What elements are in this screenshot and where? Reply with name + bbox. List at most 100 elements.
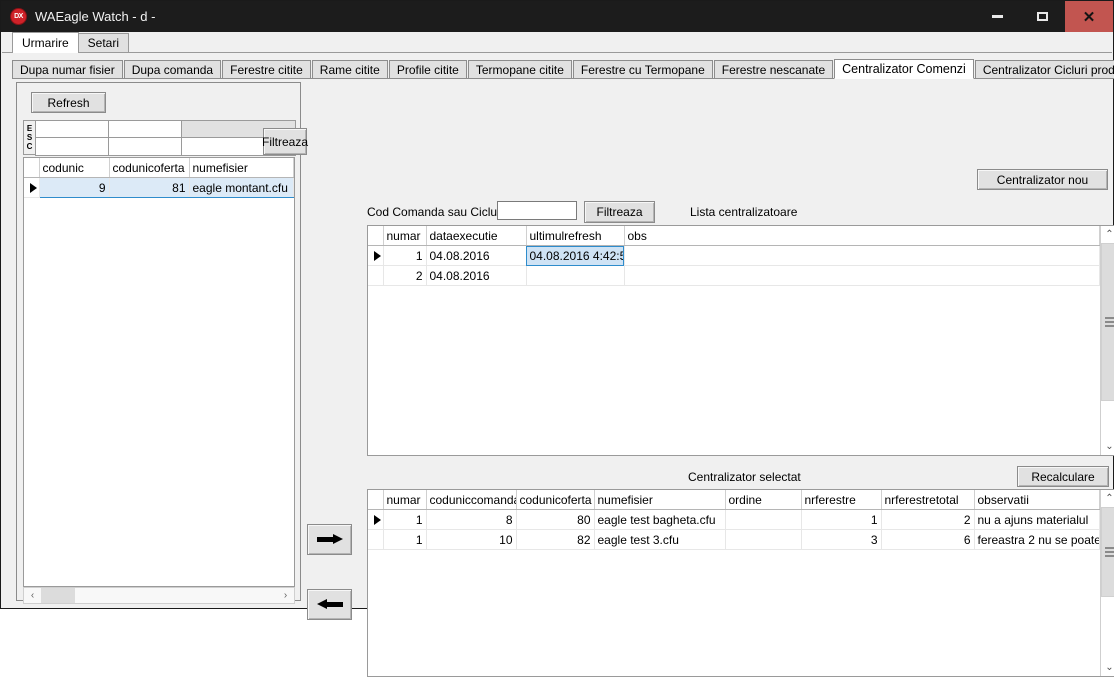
cell-numar[interactable]: 1 (383, 245, 427, 266)
tab-termopane-citite[interactable]: Termopane citite (467, 60, 572, 79)
filter-cell-1[interactable] (34, 119, 109, 138)
tab-centralizator-cicluri-productie[interactable]: Centralizator Cicluri productie (974, 60, 1114, 79)
column-header-ordine[interactable]: ordine (725, 490, 802, 510)
bottom-grid-vertical-scrollbar[interactable]: ⌃ ⌄ (1100, 490, 1114, 676)
column-header-ultimulrefresh[interactable]: ultimulrefresh (526, 226, 625, 246)
centralizator-selectat-grid[interactable]: numar coduniccomanda codunicoferta numef… (367, 489, 1114, 677)
top-grid-header-row: numar dataexecutie ultimulrefresh obs (368, 226, 1100, 246)
tab-dupa-comanda[interactable]: Dupa comanda (123, 60, 222, 79)
maximize-button[interactable] (1020, 1, 1065, 32)
cell-ordine[interactable] (725, 529, 802, 550)
vertical-scroll-thumb[interactable] (1101, 243, 1114, 401)
cell-numar[interactable]: 1 (383, 529, 427, 550)
cell-nrferestre[interactable]: 3 (801, 529, 882, 550)
tab-dupa-numar-fisier[interactable]: Dupa numar fisier (12, 60, 123, 79)
cell-observatii[interactable]: nu a ajuns materialul (974, 509, 1100, 530)
cell-coduniccomanda[interactable]: 8 (426, 509, 517, 530)
left-filter-button[interactable]: Filtreaza (262, 128, 308, 155)
column-header-numefisier[interactable]: numefisier (189, 158, 294, 178)
inner-tab-strip: Dupa numar fisier Dupa comanda Ferestre … (12, 59, 1114, 79)
horizontal-scroll-track[interactable] (75, 588, 277, 603)
column-header-codunicoferta[interactable]: codunicoferta (109, 158, 190, 178)
column-header-codunicoferta[interactable]: codunicoferta (516, 490, 595, 510)
column-header-numefisier[interactable]: numefisier (594, 490, 726, 510)
refresh-button[interactable]: Refresh (31, 92, 106, 113)
scroll-up-arrow-icon[interactable]: ⌃ (1101, 490, 1114, 507)
cell-codunicoferta[interactable]: 81 (109, 177, 190, 198)
tab-ferestre-cu-termopane[interactable]: Ferestre cu Termopane (572, 60, 713, 79)
lista-centralizatoare-label: Lista centralizatoare (690, 205, 798, 219)
cell-numefisier[interactable]: eagle montant.cfu (189, 177, 294, 198)
table-row[interactable]: 1 04.08.2016 04.08.2016 4:42:58 (368, 245, 1100, 266)
cell-obs[interactable] (624, 245, 1100, 266)
column-header-observatii[interactable]: observatii (974, 490, 1100, 510)
tab-rame-citite[interactable]: Rame citite (311, 60, 388, 79)
vertical-scroll-thumb[interactable] (1101, 507, 1114, 597)
cell-numar[interactable]: 1 (383, 509, 427, 530)
cell-obs[interactable] (624, 265, 1100, 286)
bottom-grid-table: numar coduniccomanda codunicoferta numef… (368, 490, 1100, 550)
column-header-obs[interactable]: obs (624, 226, 1100, 246)
scroll-up-arrow-icon[interactable]: ⌃ (1101, 226, 1114, 243)
table-row[interactable]: 9 81 eagle montant.cfu (24, 177, 294, 198)
cell-numefisier[interactable]: eagle test bagheta.cfu (594, 509, 726, 530)
cell-observatii[interactable]: fereastra 2 nu se poate executa (974, 529, 1100, 550)
cell-nrferestretotal[interactable]: 2 (881, 509, 975, 530)
minimize-button[interactable] (975, 1, 1020, 32)
left-grid-header-row: codunic codunicoferta numefisier (24, 158, 294, 178)
column-header-nrferestre[interactable]: nrferestre (801, 490, 882, 510)
scroll-down-arrow-icon[interactable]: ⌄ (1101, 438, 1114, 455)
close-button[interactable]: ✕ (1065, 1, 1113, 32)
tab-ferestre-citite[interactable]: Ferestre citite (222, 60, 311, 79)
column-header-dataexecutie[interactable]: dataexecutie (426, 226, 527, 246)
cell-codunicoferta[interactable]: 80 (516, 509, 595, 530)
tab-urmarire[interactable]: Urmarire (12, 32, 79, 53)
cell-ultimulrefresh[interactable] (526, 265, 625, 286)
minimize-icon (992, 15, 1003, 18)
top-grid-vertical-scrollbar[interactable]: ⌃ ⌄ (1100, 226, 1114, 455)
cell-ultimulrefresh[interactable]: 04.08.2016 4:42:58 (526, 245, 625, 266)
horizontal-scroll-thumb[interactable] (41, 588, 75, 603)
cell-numar[interactable]: 2 (383, 265, 427, 286)
table-row[interactable]: 2 04.08.2016 (368, 265, 1100, 286)
cell-dataexecutie[interactable]: 04.08.2016 (426, 265, 527, 286)
filter-cell-4[interactable] (34, 136, 109, 156)
cell-dataexecutie[interactable]: 04.08.2016 (426, 245, 527, 266)
column-header-numar[interactable]: numar (383, 490, 427, 510)
recalculare-button[interactable]: Recalculare (1017, 466, 1109, 487)
cell-ordine[interactable] (725, 509, 802, 530)
cell-nrferestretotal[interactable]: 6 (881, 529, 975, 550)
filter-cell-2[interactable] (107, 119, 182, 138)
column-header-numar[interactable]: numar (383, 226, 427, 246)
vertical-scroll-track[interactable] (1101, 243, 1114, 438)
cell-numefisier[interactable]: eagle test 3.cfu (594, 529, 726, 550)
left-data-grid[interactable]: codunic codunicoferta numefisier 9 81 ea… (23, 157, 295, 587)
lista-centralizatoare-grid[interactable]: numar dataexecutie ultimulrefresh obs 1 … (367, 225, 1114, 456)
scroll-left-arrow-icon[interactable]: ‹ (24, 588, 41, 603)
cell-coduniccomanda[interactable]: 10 (426, 529, 517, 550)
cod-comanda-input[interactable] (497, 201, 577, 220)
column-header-nrferestretotal[interactable]: nrferestretotal (881, 490, 975, 510)
cell-codunic[interactable]: 9 (39, 177, 110, 198)
tab-profile-citite[interactable]: Profile citite (388, 60, 467, 79)
cell-nrferestre[interactable]: 1 (801, 509, 882, 530)
table-row[interactable]: 1 10 82 eagle test 3.cfu 3 6 fereastra 2… (368, 529, 1100, 550)
filter-button[interactable]: Filtreaza (584, 201, 655, 223)
centralizator-nou-button[interactable]: Centralizator nou (977, 169, 1108, 190)
tab-setari[interactable]: Setari (77, 33, 130, 53)
column-header-codunic[interactable]: codunic (39, 158, 110, 178)
scroll-down-arrow-icon[interactable]: ⌄ (1101, 659, 1114, 676)
filter-cell-5[interactable] (107, 136, 182, 156)
vertical-scroll-track[interactable] (1101, 507, 1114, 659)
row-selector-header (368, 490, 384, 510)
column-header-coduniccomanda[interactable]: coduniccomanda (426, 490, 517, 510)
left-grid-horizontal-scrollbar[interactable]: ‹ › (23, 587, 295, 604)
cell-codunicoferta[interactable]: 82 (516, 529, 595, 550)
tab-urmarire-label: Urmarire (22, 36, 69, 50)
tab-ferestre-nescanate[interactable]: Ferestre nescanate (713, 60, 834, 79)
scroll-right-arrow-icon[interactable]: › (277, 588, 294, 603)
tab-centralizator-comenzi[interactable]: Centralizator Comenzi (834, 59, 974, 79)
move-left-button[interactable] (307, 589, 352, 620)
move-right-button[interactable] (307, 524, 352, 555)
table-row[interactable]: 1 8 80 eagle test bagheta.cfu 1 2 nu a a… (368, 509, 1100, 530)
